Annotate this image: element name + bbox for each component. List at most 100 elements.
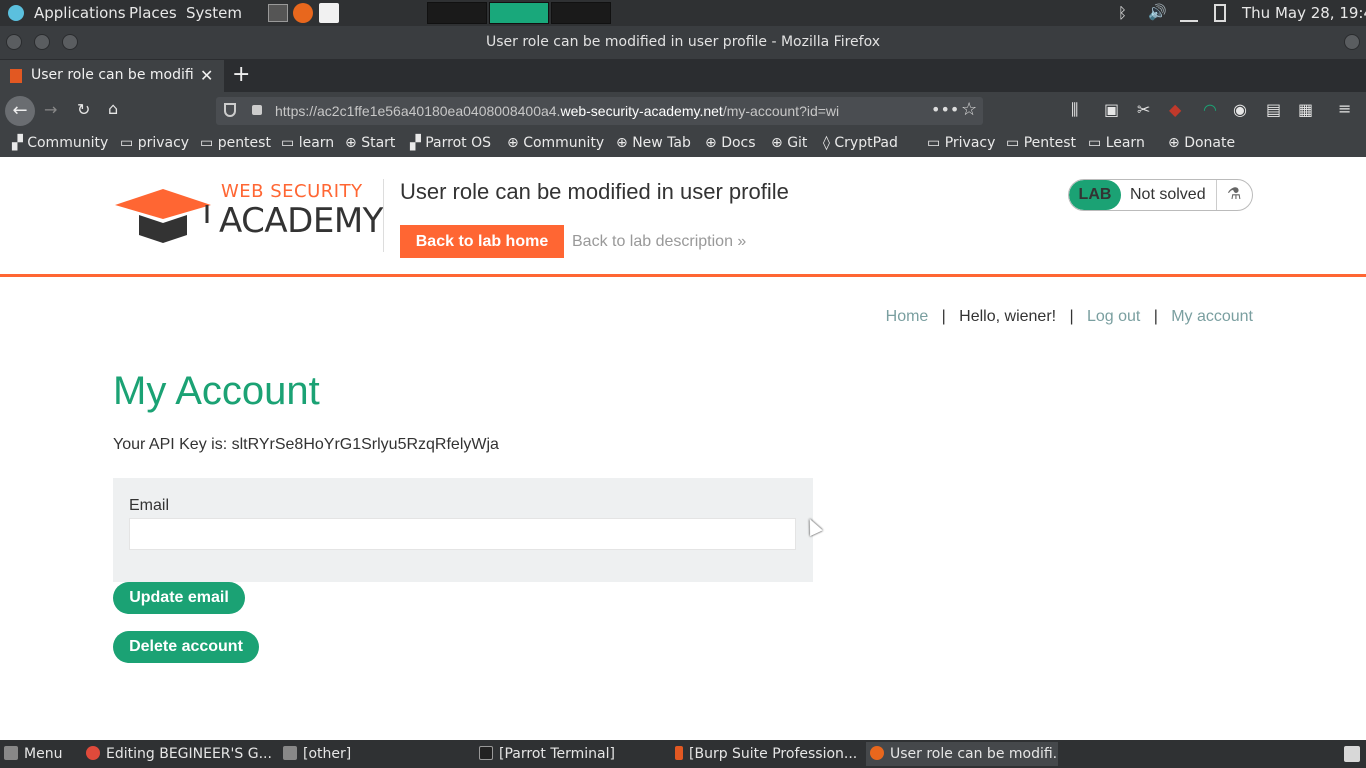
battery-icon[interactable]: [1214, 4, 1226, 22]
bluetooth-icon[interactable]: ᛒ: [1118, 4, 1127, 22]
bookmark-item[interactable]: ⊕ New Tab: [616, 135, 691, 151]
tracking-shield-icon[interactable]: [224, 103, 236, 117]
bookmark-label: Community: [523, 135, 605, 151]
memory-graph: [489, 2, 549, 24]
bookmark-item[interactable]: ▞ Parrot OS: [410, 135, 491, 151]
taskbar: Menu Editing BEGINEER'S G... [other] [Pa…: [0, 740, 1366, 768]
bookmark-item[interactable]: ⊕ Community: [507, 135, 604, 151]
navigation-toolbar: ← → ↻ ⌂ https://ac2c1ffe1e56a40180ea0408…: [0, 92, 1366, 130]
new-tab-icon[interactable]: +: [232, 62, 250, 87]
reload-icon[interactable]: ↻: [77, 100, 90, 119]
page-title: My Account: [113, 369, 320, 413]
bookmark-star-icon[interactable]: ☆: [961, 99, 977, 120]
back-to-lab-description-link[interactable]: Back to lab description »: [572, 233, 746, 251]
taskbar-item-active[interactable]: User role can be modifi...: [866, 742, 1058, 766]
nav-separator: |: [1153, 308, 1158, 325]
bookmark-label: Git: [787, 135, 808, 151]
lab-title: User role can be modified in user profil…: [400, 179, 789, 204]
cpu-graph: [427, 2, 487, 24]
extension-icon[interactable]: ◠: [1203, 100, 1217, 119]
home-icon[interactable]: ⌂: [108, 99, 118, 118]
bookmark-label: New Tab: [632, 135, 691, 151]
bookmark-label: pentest: [217, 135, 271, 151]
library-icon[interactable]: ⫼: [1071, 100, 1078, 120]
bookmark-item[interactable]: ⊕ Start: [345, 135, 395, 151]
bookmark-folder[interactable]: ▭ pentest: [200, 135, 271, 151]
back-to-lab-home-button[interactable]: Back to lab home: [400, 225, 564, 258]
tab-bar: User role can be modifie ✕ +: [0, 59, 1366, 92]
bookmark-label: Pentest: [1023, 135, 1077, 151]
bookmark-folder[interactable]: ▭ privacy: [120, 135, 189, 151]
menu-applications[interactable]: Applications: [34, 4, 126, 22]
clock[interactable]: Thu May 28, 19:47: [1242, 4, 1366, 22]
ublock-icon[interactable]: ◆: [1169, 100, 1181, 119]
folder-icon: [283, 746, 297, 760]
signal-icon[interactable]: [1180, 4, 1198, 22]
flask-icon: ⚗: [1227, 186, 1242, 203]
tab-close-icon[interactable]: ✕: [200, 66, 213, 85]
forward-icon[interactable]: →: [44, 100, 57, 119]
back-icon[interactable]: ←: [5, 96, 35, 126]
url-text[interactable]: https://ac2c1ffe1e56a40180ea0408008400a4…: [275, 103, 895, 119]
taskbar-menu-button[interactable]: Menu: [4, 746, 62, 762]
nav-my-account-link[interactable]: My account: [1171, 308, 1253, 325]
firefox-launcher-icon[interactable]: [293, 3, 313, 23]
bookmark-item[interactable]: ⊕ Donate: [1168, 135, 1235, 151]
shield-icon: ◊: [823, 135, 835, 151]
delete-account-button[interactable]: Delete account: [113, 631, 259, 663]
taskbar-item-label: Editing BEGINEER'S G...: [106, 746, 272, 762]
folder-icon: ▭: [1088, 135, 1106, 151]
tab-label: User role can be modifie: [31, 67, 193, 83]
globe-icon: ⊕: [705, 135, 722, 151]
bookmark-folder[interactable]: ▭ learn: [281, 135, 334, 151]
taskbar-item[interactable]: [other]: [283, 746, 351, 762]
menu-system[interactable]: System: [186, 4, 242, 22]
editor-launcher-icon[interactable]: [319, 3, 339, 23]
taskbar-item-label: [Burp Suite Profession...: [689, 746, 858, 762]
screenshot-icon[interactable]: ✂: [1137, 100, 1150, 119]
show-desktop-icon[interactable]: [1344, 746, 1360, 762]
header-divider: [383, 179, 384, 252]
extensions-icon[interactable]: ▦: [1298, 100, 1313, 119]
page-actions-icon[interactable]: •••: [931, 100, 959, 119]
bookmark-label: Parrot OS: [425, 135, 491, 151]
container-icon[interactable]: ▤: [1266, 100, 1281, 119]
chrome-icon: [86, 746, 100, 760]
taskbar-item[interactable]: [Parrot Terminal]: [479, 746, 615, 762]
lab-status-text: Not solved: [1130, 186, 1206, 203]
volume-icon[interactable]: 🔊: [1148, 3, 1167, 21]
bookmark-label: learn: [298, 135, 335, 151]
bookmark-folder[interactable]: ▭ Learn: [1088, 135, 1145, 151]
menu-places[interactable]: Places: [129, 4, 177, 22]
folder-icon: ▭: [927, 135, 945, 151]
hamburger-menu-icon[interactable]: ≡: [1338, 99, 1351, 118]
taskbar-item[interactable]: [Burp Suite Profession...: [675, 746, 857, 762]
nav-home-link[interactable]: Home: [886, 308, 929, 325]
taskbar-item[interactable]: Editing BEGINEER'S G...: [86, 746, 272, 762]
nav-logout-link[interactable]: Log out: [1087, 308, 1140, 325]
email-field[interactable]: [129, 518, 796, 550]
update-email-button[interactable]: Update email: [113, 582, 245, 614]
bookmark-item[interactable]: ▞ Community: [12, 135, 108, 151]
lock-icon[interactable]: [252, 105, 262, 115]
bookmark-label: Community: [27, 135, 109, 151]
bookmark-item[interactable]: ◊ CryptPad: [823, 135, 898, 151]
bookmark-folder[interactable]: ▭ Pentest: [1006, 135, 1076, 151]
api-key-text: Your API Key is: sltRYrSe8HoYrG1Srlyu5Rz…: [113, 436, 499, 453]
parrot-logo-icon[interactable]: [8, 5, 24, 21]
logo-line1: WEB SECURITY: [221, 181, 363, 202]
bookmark-item[interactable]: ⊕ Docs: [705, 135, 756, 151]
header-accent-line: [0, 274, 1366, 277]
sidebar-icon[interactable]: ▣: [1104, 100, 1119, 119]
window-restore-icon[interactable]: [1344, 34, 1360, 50]
tab-active[interactable]: User role can be modifie ✕: [0, 60, 224, 92]
bookmark-folder[interactable]: ▭ Privacy: [927, 135, 995, 151]
globe-icon: ⊕: [507, 135, 524, 151]
url-bar[interactable]: https://ac2c1ffe1e56a40180ea0408008400a4…: [216, 97, 983, 125]
account-nav: Home | Hello, wiener! | Log out | My acc…: [886, 308, 1253, 326]
academy-logo[interactable]: WEB SECURITY ACADEMY: [113, 179, 383, 249]
account-icon[interactable]: ◉: [1233, 100, 1247, 119]
bookmark-item[interactable]: ⊕ Git: [771, 135, 807, 151]
terminal-launcher-icon[interactable]: [268, 4, 288, 22]
nav-greeting: Hello, wiener!: [959, 308, 1057, 325]
